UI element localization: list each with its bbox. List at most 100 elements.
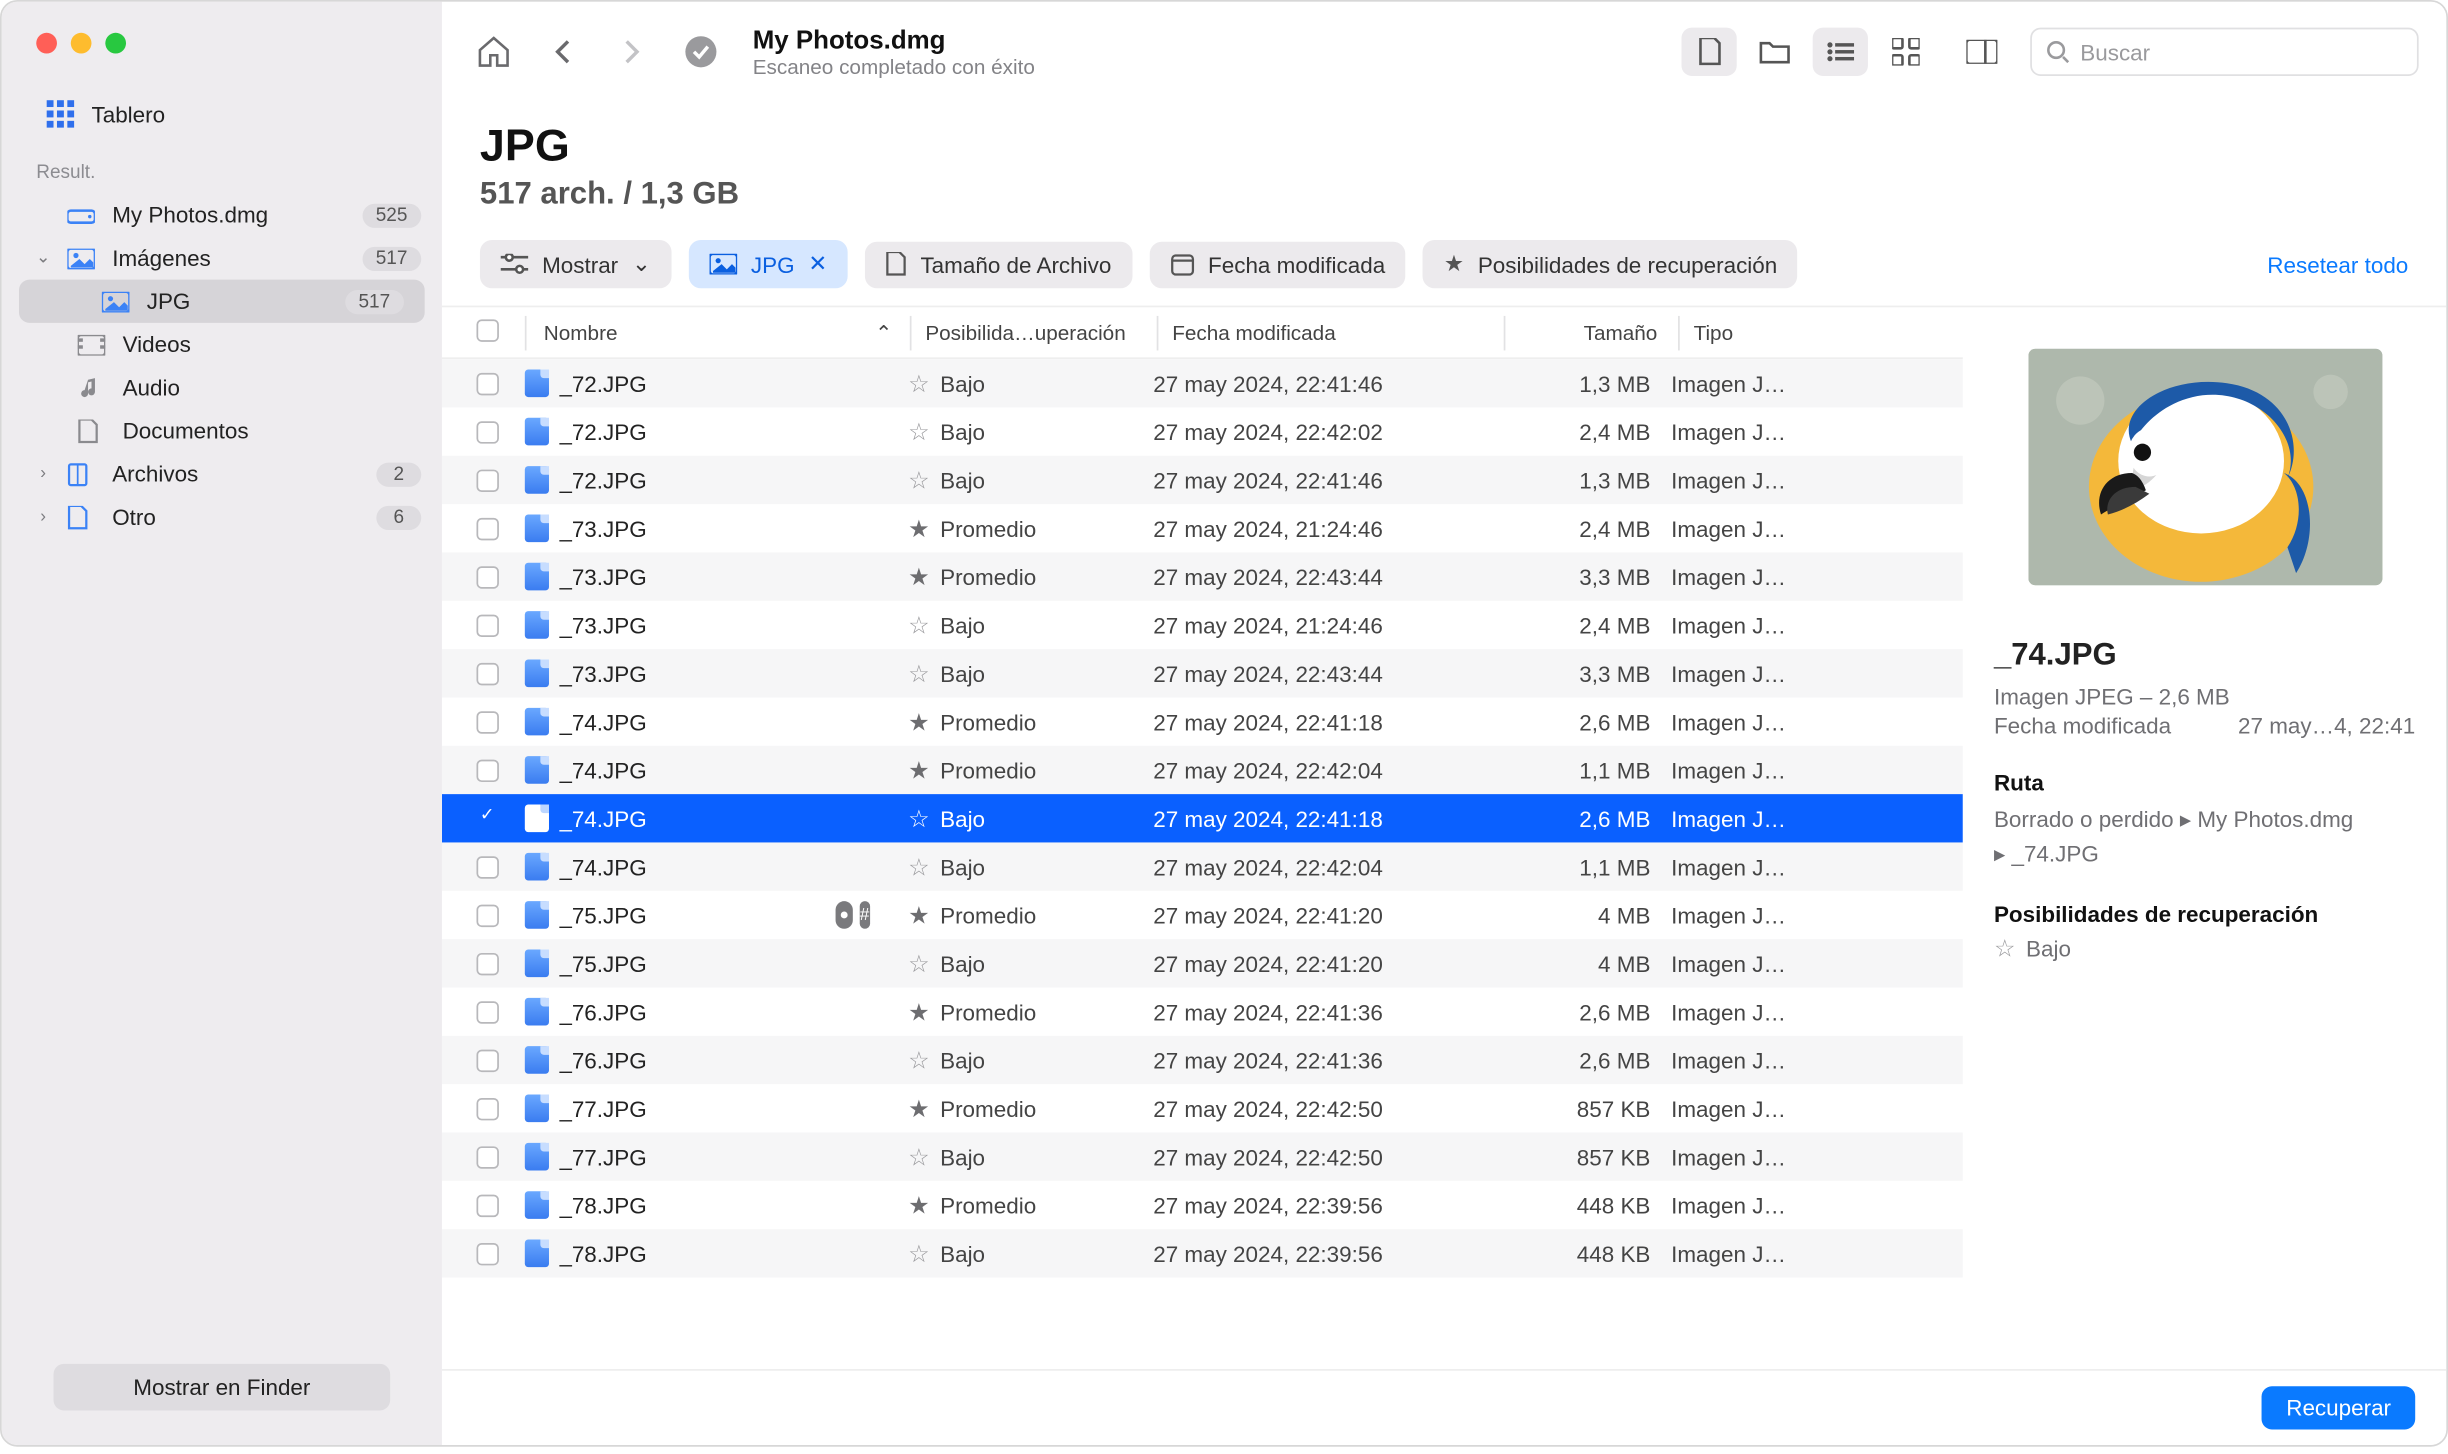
table-row[interactable]: _78.JPG☆Bajo27 may 2024, 22:39:56448 KBI… — [442, 1229, 1963, 1277]
row-checkbox[interactable] — [476, 1242, 524, 1264]
row-checkbox[interactable] — [476, 372, 524, 394]
sidebar-item-audio[interactable]: Audio — [2, 366, 442, 409]
filter-recovery[interactable]: ★ Posibilidades de recuperación — [1423, 240, 1798, 288]
back-button[interactable] — [539, 28, 587, 76]
cell-name: _74.JPG — [559, 757, 908, 783]
sidebar-item-other[interactable]: › Otro 6 — [2, 495, 442, 538]
sidebar-item-label: Imágenes — [112, 245, 348, 271]
row-checkbox[interactable] — [476, 469, 524, 491]
cell-recovery: ★Promedio — [908, 1094, 1153, 1123]
table-row[interactable]: _73.JPG★Promedio27 may 2024, 22:43:443,3… — [442, 552, 1963, 600]
table-row[interactable]: _74.JPG★Promedio27 may 2024, 22:42:041,1… — [442, 746, 1963, 794]
column-name[interactable]: Nombre ⌃ — [527, 320, 910, 344]
view-list-button[interactable] — [1813, 28, 1868, 76]
row-checkbox[interactable] — [476, 710, 524, 732]
filter-mostrar[interactable]: Mostrar ⌄ — [480, 240, 672, 288]
filter-size[interactable]: Tamaño de Archivo — [865, 241, 1132, 288]
row-checkbox[interactable] — [476, 1194, 524, 1216]
row-checkbox[interactable] — [476, 1145, 524, 1167]
table-row[interactable]: _77.JPG★Promedio27 may 2024, 22:42:50857… — [442, 1084, 1963, 1132]
table-row[interactable]: _78.JPG★Promedio27 may 2024, 22:39:56448… — [442, 1181, 1963, 1229]
select-all-checkbox[interactable] — [476, 319, 524, 347]
sidebar-item-images[interactable]: ⌄ Imágenes 517 — [2, 237, 442, 280]
cell-type: Imagen J… — [1671, 612, 1963, 638]
maximize-window-button[interactable] — [105, 33, 126, 54]
cell-type: Imagen J… — [1671, 999, 1963, 1025]
table-row[interactable]: _76.JPG★Promedio27 may 2024, 22:41:362,6… — [442, 987, 1963, 1035]
row-checkbox[interactable] — [476, 614, 524, 636]
detail-kind: Imagen JPEG – 2,6 MB — [1994, 684, 2415, 710]
sidebar-item-videos[interactable]: Videos — [2, 323, 442, 366]
column-recovery[interactable]: Posibilida…uperación — [912, 320, 1157, 344]
file-icon — [525, 950, 560, 978]
chevron-right-icon[interactable]: › — [33, 464, 54, 483]
chevron-down-icon[interactable]: ⌄ — [33, 249, 54, 268]
forward-button[interactable] — [608, 28, 656, 76]
cell-date: 27 may 2024, 22:43:44 — [1153, 660, 1498, 686]
dashboard-icon — [47, 100, 75, 128]
table-row[interactable]: _75.JPG#★Promedio27 may 2024, 22:41:204 … — [442, 891, 1963, 939]
sidebar-item-disk[interactable]: › My Photos.dmg 525 — [2, 193, 442, 236]
cell-name: _76.JPG — [559, 1047, 908, 1073]
table-row[interactable]: _73.JPG☆Bajo27 may 2024, 21:24:462,4 MBI… — [442, 601, 1963, 649]
column-date[interactable]: Fecha modificada — [1158, 320, 1503, 344]
sidebar-item-documents[interactable]: Documentos — [2, 409, 442, 452]
show-in-finder-button[interactable]: Mostrar en Finder — [54, 1364, 391, 1411]
remove-chip-icon[interactable]: ✕ — [808, 250, 827, 278]
filter-date[interactable]: Fecha modificada — [1149, 241, 1406, 288]
minimize-window-button[interactable] — [71, 33, 92, 54]
sidebar-item-jpg[interactable]: JPG 517 — [19, 280, 425, 323]
cell-name: _77.JPG — [559, 1144, 908, 1170]
footer: Recuperar — [442, 1369, 2446, 1445]
home-button[interactable] — [470, 28, 518, 76]
file-icon — [525, 466, 560, 494]
chevron-right-icon[interactable]: › — [33, 508, 54, 527]
column-type[interactable]: Tipo — [1680, 320, 1963, 344]
row-checkbox[interactable] — [476, 565, 524, 587]
table-row[interactable]: _72.JPG☆Bajo27 may 2024, 22:41:461,3 MBI… — [442, 456, 1963, 504]
table-row[interactable]: _73.JPG☆Bajo27 may 2024, 22:43:443,3 MBI… — [442, 649, 1963, 697]
star-icon: ☆ — [908, 417, 930, 446]
recover-button[interactable]: Recuperar — [2262, 1386, 2415, 1429]
row-checkbox[interactable] — [476, 904, 524, 926]
row-checkbox[interactable] — [476, 420, 524, 442]
table-row[interactable]: _75.JPG☆Bajo27 may 2024, 22:41:204 MBIma… — [442, 939, 1963, 987]
view-file-button[interactable] — [1681, 28, 1736, 76]
row-checkbox[interactable] — [476, 807, 524, 829]
calendar-icon — [1170, 252, 1194, 276]
reset-filters-link[interactable]: Resetear todo — [2267, 251, 2408, 277]
toggle-sidebar-button[interactable] — [1954, 28, 2009, 76]
sidebar-item-archives[interactable]: › Archivos 2 — [2, 452, 442, 495]
row-checkbox[interactable] — [476, 1000, 524, 1022]
table-row[interactable]: _74.JPG★Promedio27 may 2024, 22:41:182,6… — [442, 697, 1963, 745]
cell-name: _74.JPG — [559, 805, 908, 831]
dashboard-link[interactable]: Tablero — [2, 83, 442, 152]
file-icon — [525, 563, 560, 591]
table-row[interactable]: _76.JPG☆Bajo27 may 2024, 22:41:362,6 MBI… — [442, 1036, 1963, 1084]
search-input[interactable]: Buscar — [2030, 28, 2418, 76]
row-checkbox[interactable] — [476, 662, 524, 684]
document-icon — [78, 419, 109, 443]
row-checkbox[interactable] — [476, 855, 524, 877]
table-row[interactable]: _74.JPG☆Bajo27 may 2024, 22:42:041,1 MBI… — [442, 842, 1963, 890]
filter-chip-jpg[interactable]: JPG ✕ — [689, 240, 848, 288]
table-row[interactable]: _74.JPG☆Bajo27 may 2024, 22:41:182,6 MBI… — [442, 794, 1963, 842]
view-grid-button[interactable] — [1878, 28, 1933, 76]
close-window-button[interactable] — [36, 33, 57, 54]
table-row[interactable]: _77.JPG☆Bajo27 may 2024, 22:42:50857 KBI… — [442, 1133, 1963, 1181]
row-checkbox[interactable] — [476, 1097, 524, 1119]
row-checkbox[interactable] — [476, 759, 524, 781]
file-icon — [525, 1240, 560, 1268]
table-row[interactable]: _72.JPG☆Bajo27 may 2024, 22:42:022,4 MBI… — [442, 407, 1963, 455]
file-icon — [525, 659, 560, 687]
cell-recovery: ☆Bajo — [908, 610, 1153, 639]
cell-size: 2,6 MB — [1498, 1047, 1671, 1073]
column-size[interactable]: Tamaño — [1505, 320, 1678, 344]
row-checkbox[interactable] — [476, 517, 524, 539]
view-folder-button[interactable] — [1747, 28, 1802, 76]
cell-name: _72.JPG — [559, 467, 908, 493]
table-row[interactable]: _72.JPG☆Bajo27 may 2024, 22:41:461,3 MBI… — [442, 359, 1963, 407]
table-row[interactable]: _73.JPG★Promedio27 may 2024, 21:24:462,4… — [442, 504, 1963, 552]
row-checkbox[interactable] — [476, 1049, 524, 1071]
row-checkbox[interactable] — [476, 952, 524, 974]
